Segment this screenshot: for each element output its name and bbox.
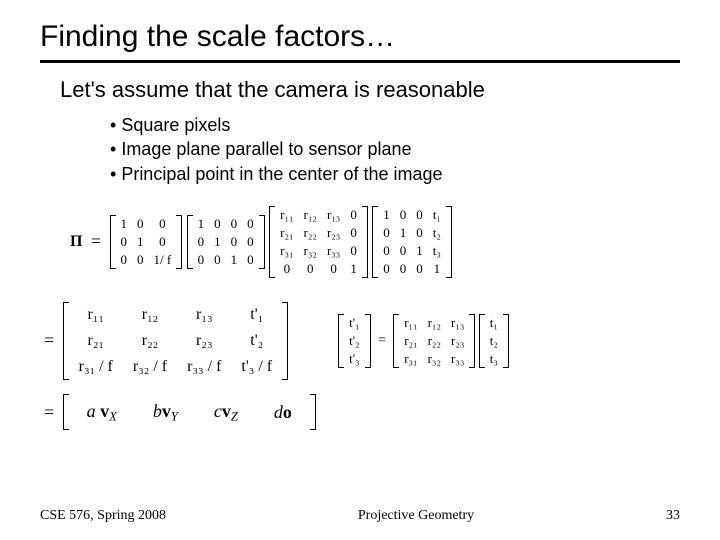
footer-center: Projective Geometry — [358, 508, 474, 524]
lead-text: Let's assume that the camera is reasonab… — [60, 77, 680, 103]
matrix-A: 100 010 001/ f — [110, 215, 183, 269]
equals-sign: = — [378, 333, 386, 349]
matrix-R: r₁₁r₁₂r₁₃ r₂₁r₂₂r₂₃ r₃₁r₃₂r₃₃ — [393, 314, 475, 368]
pi-symbol: Π — [70, 233, 82, 251]
equals-sign: = — [91, 231, 101, 252]
matrix-D: 100t₁ 010t₂ 001t₃ 0001 — [372, 206, 452, 278]
equals-sign: = — [44, 402, 54, 423]
vector-tprime: t'₁ t'₂ t'₃ — [338, 314, 371, 368]
matrix-B: 1000 0100 0010 — [187, 215, 265, 269]
equations: Π = 100 010 001/ f 1000 0100 0010 r₁₁r₁₂… — [40, 206, 680, 431]
matrix-C: r₁₁r₁₂r₁₃0 r₂₁r₂₂r₂₃0 r₃₁r₃₂r₃₃0 0001 — [269, 206, 368, 278]
title-rule — [40, 60, 680, 63]
list-item: Square pixels — [110, 113, 680, 137]
equation-pi-product: Π = 100 010 001/ f 1000 0100 0010 r₁₁r₁₂… — [70, 206, 680, 278]
vector-t: t₁ t₂ t₃ — [479, 314, 509, 368]
assumption-list: Square pixels Image plane parallel to se… — [110, 113, 680, 186]
list-item: Principal point in the center of the ima… — [110, 162, 680, 186]
slide-title: Finding the scale factors… — [40, 20, 680, 54]
equation-column-form: = a vX bvY cvZ do — [40, 394, 680, 431]
footer-left: CSE 576, Spring 2008 — [40, 508, 166, 524]
equation-expanded: = r₁₁r₁₂r₁₃t'₁ r₂₁r₂₂r₂₃t'₂ r₃₁ / fr₃₂ /… — [40, 302, 288, 380]
matrix-expanded: r₁₁r₁₂r₁₃t'₁ r₂₁r₂₂r₂₃t'₂ r₃₁ / fr₃₂ / f… — [63, 302, 288, 380]
equals-sign: = — [44, 330, 54, 351]
list-item: Image plane parallel to sensor plane — [110, 137, 680, 161]
slide-footer: CSE 576, Spring 2008 Projective Geometry… — [40, 508, 680, 524]
footer-right: 33 — [666, 508, 680, 524]
row-vector: a vX bvY cvZ do — [63, 394, 316, 431]
equation-tprime: t'₁ t'₂ t'₃ = r₁₁r₁₂r₁₃ r₂₁r₂₂r₂₃ r₃₁r₃₂… — [338, 314, 509, 368]
